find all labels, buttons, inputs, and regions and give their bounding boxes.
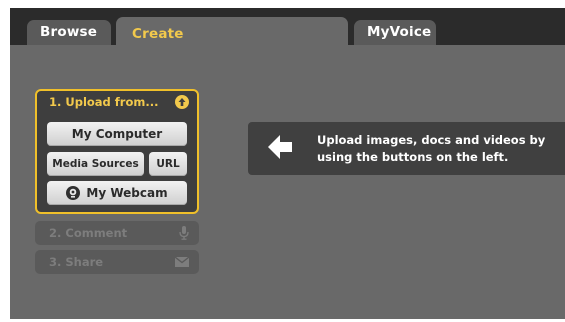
url-button[interactable]: URL	[149, 152, 187, 176]
microphone-icon	[179, 226, 189, 240]
app-window: Browse Create MyVoice 1. Upload from... …	[10, 8, 565, 319]
tab-browse[interactable]: Browse	[27, 20, 111, 45]
upload-panel: 1. Upload from... My Computer Media Sour…	[35, 89, 199, 214]
my-webcam-button[interactable]: My Webcam	[47, 181, 187, 205]
instruction-text: Upload images, docs and videos by using …	[317, 133, 546, 164]
create-content-area: 1. Upload from... My Computer Media Sour…	[10, 45, 565, 319]
tab-myvoice[interactable]: MyVoice	[354, 20, 436, 45]
step-share[interactable]: 3. Share	[35, 250, 199, 274]
step-comment-label: 2. Comment	[49, 226, 128, 240]
tab-create[interactable]: Create	[116, 17, 348, 45]
instruction-message: Upload images, docs and videos by using …	[248, 122, 565, 175]
my-computer-button[interactable]: My Computer	[47, 122, 187, 146]
media-sources-button[interactable]: Media Sources	[47, 152, 144, 176]
step-comment[interactable]: 2. Comment	[35, 221, 199, 245]
upload-panel-title: 1. Upload from...	[49, 95, 159, 109]
step-share-label: 3. Share	[49, 255, 104, 269]
tab-bar: Browse Create MyVoice	[10, 8, 565, 45]
arrow-left-icon	[268, 135, 292, 159]
envelope-icon	[175, 257, 189, 267]
webcam-icon	[66, 186, 81, 200]
my-webcam-label: My Webcam	[86, 186, 168, 200]
upload-circle-icon	[175, 95, 189, 109]
